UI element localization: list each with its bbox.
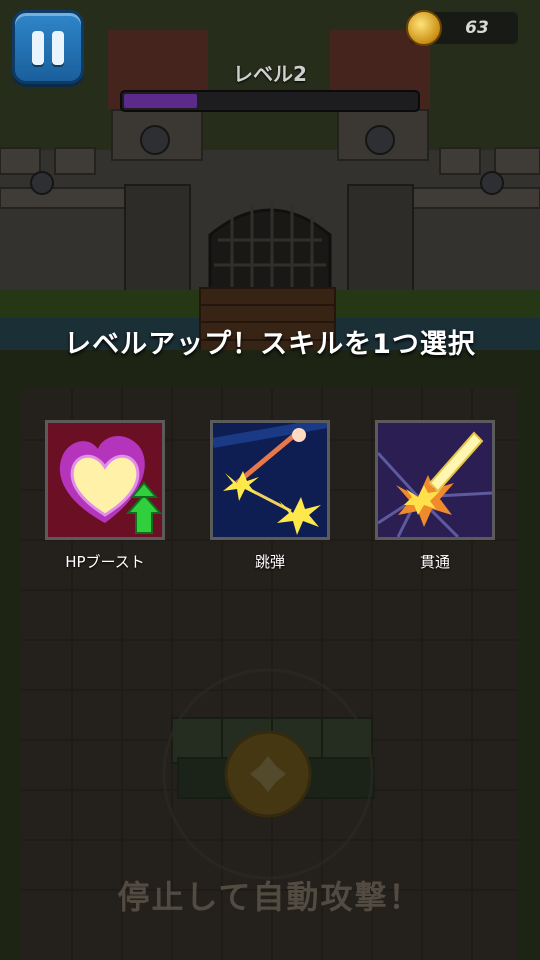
skill-card-ricochet[interactable] <box>210 420 330 540</box>
ricochet-icon <box>213 423 327 537</box>
pause-button[interactable] <box>12 10 84 84</box>
auto-attack-hint: 停止して自動攻撃！ <box>117 878 423 916</box>
skill-card-hp-boost[interactable] <box>45 420 165 540</box>
coin-icon <box>406 10 442 46</box>
heart-boost-icon <box>48 423 162 537</box>
skill-label-pierce: 貫通 <box>419 553 450 571</box>
pause-icon <box>32 31 44 65</box>
skill-label-ricochet: 跳弾 <box>254 553 285 571</box>
skill-card-pierce[interactable] <box>375 420 495 540</box>
xp-progress-fill <box>124 94 197 108</box>
coin-count: 63 <box>465 18 489 38</box>
pierce-icon <box>378 423 492 537</box>
level-label: レベル2 <box>233 62 307 86</box>
level-up-title: レベルアップ！スキルを1つ選択 <box>64 329 476 360</box>
xp-progress-bar <box>120 90 420 112</box>
skill-label-hp-boost: HPブースト <box>65 553 145 571</box>
